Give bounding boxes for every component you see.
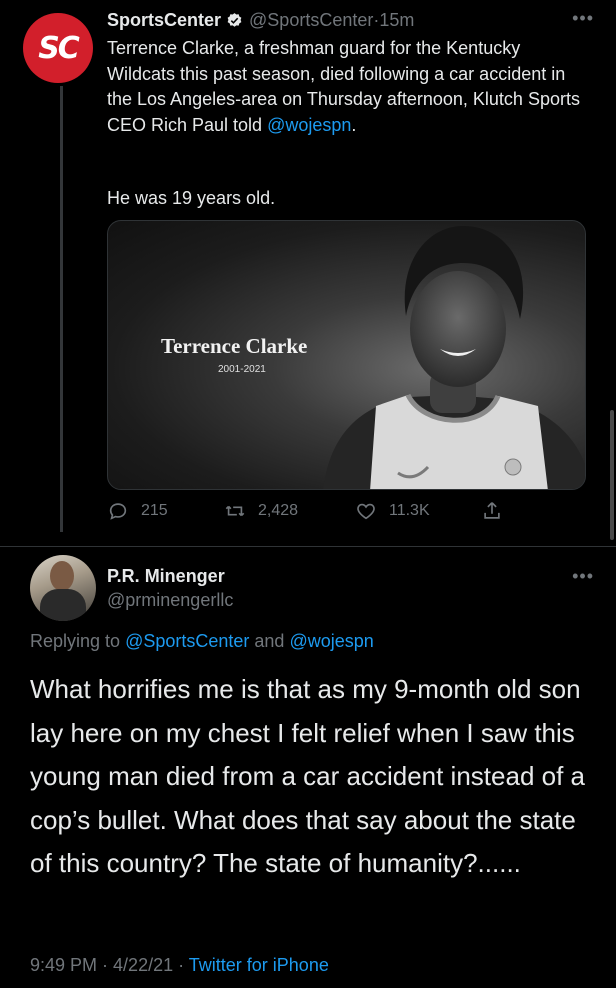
scrollbar[interactable] bbox=[610, 0, 614, 545]
reply-button[interactable]: 215 bbox=[107, 500, 168, 522]
author-name[interactable]: SportsCenter bbox=[107, 9, 221, 31]
reply-text: What horrifies me is that as my 9-month … bbox=[30, 674, 585, 878]
tweet-time[interactable]: 9:49 PM bbox=[30, 955, 97, 975]
tweet-meta: 9:49 PM · 4/22/21 · Twitter for iPhone bbox=[30, 955, 329, 976]
replying-prefix: Replying to bbox=[30, 631, 126, 651]
replying-link-2[interactable]: @wojespn bbox=[289, 631, 373, 651]
tweet-time[interactable]: 15m bbox=[379, 9, 414, 31]
tweet-header: SportsCenter @SportsCenter · 15m bbox=[107, 9, 414, 31]
avatar-body bbox=[40, 589, 86, 621]
scrollbar-thumb[interactable] bbox=[610, 410, 614, 540]
like-button[interactable]: 11.3K bbox=[355, 500, 430, 522]
share-button[interactable] bbox=[481, 500, 515, 522]
meta-separator: · bbox=[173, 955, 189, 975]
like-icon bbox=[357, 503, 375, 520]
avatar-logo-text: SC bbox=[38, 30, 80, 66]
replying-and: and bbox=[249, 631, 290, 651]
tweet-text-line2: He was 19 years old. bbox=[107, 188, 276, 208]
reply-icon bbox=[109, 503, 127, 520]
tweet[interactable]: SC SportsCenter @SportsCenter · 15m ••• … bbox=[0, 0, 616, 545]
author-handle[interactable]: @SportsCenter bbox=[249, 9, 373, 31]
avatar[interactable]: SC bbox=[23, 13, 93, 83]
media-title: Terrence Clarke bbox=[161, 334, 308, 358]
replying-to: Replying to @SportsCenter and @wojespn bbox=[30, 631, 374, 652]
like-count: 11.3K bbox=[389, 502, 430, 519]
author-name[interactable]: P.R. Minenger bbox=[107, 566, 225, 587]
avatar[interactable] bbox=[30, 555, 96, 621]
more-icon[interactable]: ••• bbox=[572, 8, 594, 29]
avatar-head bbox=[50, 561, 74, 591]
tweet-date[interactable]: 4/22/21 bbox=[113, 955, 173, 975]
reply-count: 215 bbox=[141, 502, 168, 519]
tweet-media-image[interactable]: Terrence Clarke 2001-2021 bbox=[107, 220, 586, 490]
retweet-button[interactable]: 2,428 bbox=[224, 500, 298, 522]
more-icon[interactable]: ••• bbox=[572, 566, 594, 587]
mention-link[interactable]: @wojespn bbox=[267, 115, 351, 135]
media-years: 2001-2021 bbox=[218, 364, 266, 375]
verified-icon bbox=[226, 12, 243, 29]
replying-link-1[interactable]: @SportsCenter bbox=[125, 631, 249, 651]
tweet-source[interactable]: Twitter for iPhone bbox=[189, 955, 329, 975]
tweet-actions: 215 2,428 11.3K bbox=[107, 500, 507, 528]
tweet-text-part2: . bbox=[351, 114, 357, 135]
tweet-text: Terrence Clarke, a freshman guard for th… bbox=[107, 36, 587, 138]
author-handle[interactable]: @prminengerllc bbox=[107, 590, 233, 611]
share-icon bbox=[484, 502, 500, 519]
retweet-count: 2,428 bbox=[258, 502, 299, 519]
retweet-icon bbox=[225, 505, 245, 517]
meta-separator: · bbox=[97, 955, 114, 975]
reply-tweet[interactable]: P.R. Minenger @prminengerllc ••• Replyin… bbox=[0, 547, 616, 988]
